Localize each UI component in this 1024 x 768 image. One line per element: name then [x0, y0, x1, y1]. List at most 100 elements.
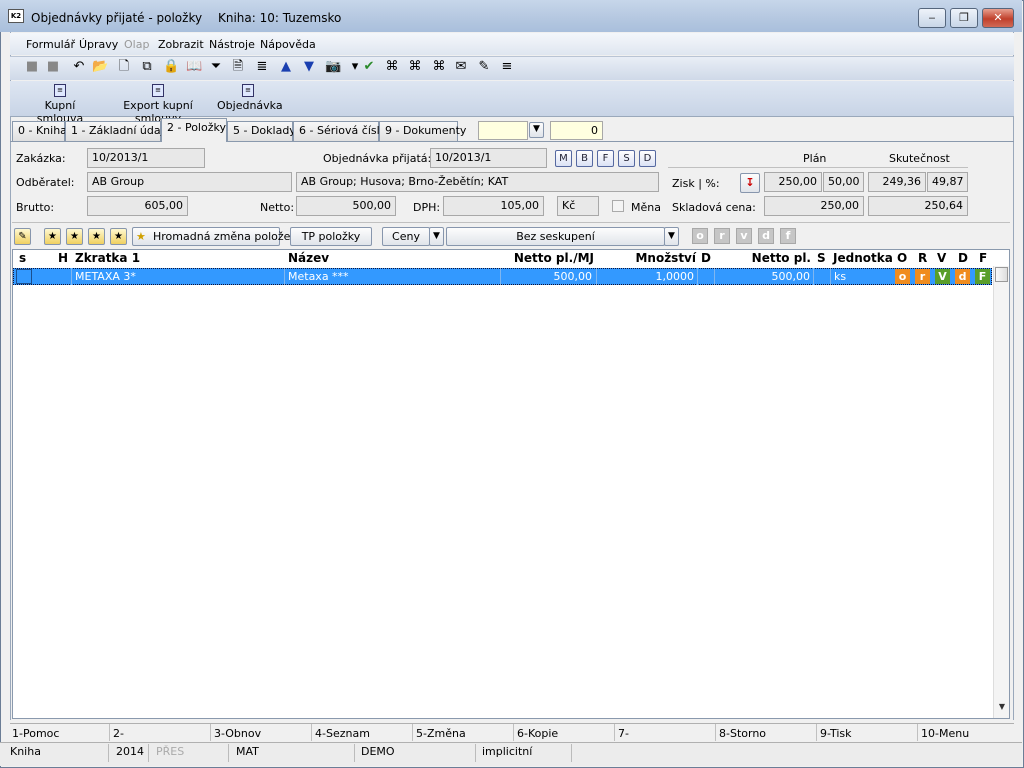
- menu-nastroje[interactable]: Nástroje: [209, 38, 255, 51]
- grouping-select[interactable]: Bez seskupení: [446, 227, 665, 246]
- col-r-header[interactable]: R: [918, 250, 927, 267]
- zakazka-label: Zakázka:: [16, 152, 66, 165]
- menu-formular[interactable]: Formulář: [26, 38, 75, 51]
- edit-pencil-icon[interactable]: ✎: [14, 228, 31, 245]
- ceny-button[interactable]: Ceny: [382, 227, 430, 246]
- arrow-up-icon[interactable]: ▲: [278, 59, 294, 75]
- filter-input[interactable]: [478, 121, 528, 140]
- objednavka-button[interactable]: ≡ Objednávka: [217, 84, 283, 112]
- tab-polozky[interactable]: 2 - Položky: [161, 118, 227, 142]
- menu-zobrazit[interactable]: Zobrazit: [158, 38, 204, 51]
- tab-doklady[interactable]: 5 - Doklady: [227, 121, 296, 141]
- m-button[interactable]: M: [555, 150, 572, 167]
- sklad-label: Skladová cena:: [672, 201, 756, 214]
- col-f-header[interactable]: F: [979, 250, 987, 267]
- odberatel-field[interactable]: AB Group: [87, 172, 292, 192]
- f-button[interactable]: F: [597, 150, 614, 167]
- open-folder-icon[interactable]: 📂: [92, 59, 108, 75]
- col-d-header[interactable]: D: [701, 250, 711, 267]
- book-icon[interactable]: 📖: [186, 59, 202, 75]
- grouping-dropdown-button[interactable]: ▼: [664, 227, 679, 246]
- tab-kniha[interactable]: 0 - Kniha: [12, 121, 67, 141]
- arrow-down-red-icon[interactable]: ↧: [740, 173, 760, 193]
- col-jednotka-header[interactable]: Jednotka: [833, 250, 893, 267]
- check-icon[interactable]: ✔: [361, 59, 377, 75]
- objednavka-field[interactable]: 10/2013/1: [430, 148, 547, 168]
- col-h-header[interactable]: H: [58, 250, 68, 267]
- fkey-7[interactable]: 7-: [618, 727, 629, 740]
- arrow-down-icon[interactable]: ▼: [301, 59, 317, 75]
- binoculars-icon[interactable]: ⌘: [384, 59, 400, 75]
- tp-polozky-button[interactable]: TP položky: [290, 227, 372, 246]
- fkey-9[interactable]: 9-Tisk: [820, 727, 852, 740]
- star-add-icon[interactable]: ★: [66, 228, 83, 245]
- document-icon: ≡: [242, 84, 254, 97]
- save-as-icon[interactable]: ■: [45, 59, 61, 75]
- col-netto-header[interactable]: Netto pl.: [716, 250, 811, 267]
- col-o-header[interactable]: O: [897, 250, 907, 267]
- col-v-header[interactable]: V: [937, 250, 946, 267]
- mena-checkbox[interactable]: [612, 200, 624, 212]
- star-icon[interactable]: ★: [44, 228, 61, 245]
- lock-icon[interactable]: 🔒: [163, 59, 179, 75]
- copy-icon[interactable]: ⧉: [139, 59, 155, 75]
- ceny-dropdown-button[interactable]: ▼: [429, 227, 444, 246]
- s-button[interactable]: S: [618, 150, 635, 167]
- col-zkratka-header[interactable]: Zkratka 1: [75, 250, 140, 267]
- fkey-10[interactable]: 10-Menu: [921, 727, 969, 740]
- status-mat: MAT: [236, 745, 259, 758]
- menu-upravy[interactable]: Úpravy: [79, 38, 118, 51]
- filter-document-icon[interactable]: 🗎: [230, 59, 246, 75]
- scroll-down-arrow-icon[interactable]: ▼: [996, 702, 1008, 714]
- star-edit-icon[interactable]: ★: [110, 228, 127, 245]
- tab-seriova-cisla[interactable]: 6 - Sériová čísla: [293, 121, 386, 141]
- letter-r-icon[interactable]: r: [714, 228, 730, 244]
- star-remove-icon[interactable]: ★: [88, 228, 105, 245]
- col-netto-mj-header[interactable]: Netto pl./MJ: [504, 250, 594, 267]
- tab-dokumenty[interactable]: 9 - Dokumenty: [379, 121, 466, 141]
- fkey-1[interactable]: 1-Pomoc: [12, 727, 59, 740]
- col-s2-header[interactable]: S: [817, 250, 826, 267]
- fkey-5[interactable]: 5-Změna: [416, 727, 466, 740]
- binoculars-next-icon[interactable]: ⌘: [407, 59, 423, 75]
- close-button[interactable]: ✕: [982, 8, 1014, 28]
- menu-icon[interactable]: ≡: [499, 59, 515, 75]
- vertical-scrollbar[interactable]: ▼: [993, 266, 1009, 718]
- letter-o-icon[interactable]: o: [692, 228, 708, 244]
- row-select-box[interactable]: [16, 269, 32, 284]
- b-button[interactable]: B: [576, 150, 593, 167]
- envelope-icon[interactable]: ✉: [453, 59, 469, 75]
- menu-napoveda[interactable]: Nápověda: [260, 38, 316, 51]
- tab-zakladni-udaje[interactable]: 1 - Základní údaje: [65, 121, 170, 141]
- fkey-6[interactable]: 6-Kopie: [517, 727, 558, 740]
- kupni-smlouva-button[interactable]: ≡ Kupní smlouva: [24, 84, 96, 125]
- fkey-2[interactable]: 2-: [113, 727, 124, 740]
- letter-v-icon[interactable]: v: [736, 228, 752, 244]
- zakazka-field[interactable]: 10/2013/1: [87, 148, 205, 168]
- fkey-4[interactable]: 4-Seznam: [315, 727, 370, 740]
- fkey-8[interactable]: 8-Storno: [719, 727, 766, 740]
- save-icon[interactable]: ■: [24, 59, 40, 75]
- letter-f-icon[interactable]: f: [780, 228, 796, 244]
- maximize-button[interactable]: ❐: [950, 8, 978, 28]
- undo-icon[interactable]: ↶: [71, 59, 87, 75]
- fkey-3[interactable]: 3-Obnov: [214, 727, 261, 740]
- col-separator: [714, 268, 715, 285]
- stack-icon[interactable]: ≣: [254, 59, 270, 75]
- letter-d-icon[interactable]: d: [758, 228, 774, 244]
- mass-change-button[interactable]: ★ Hromadná změna položek: [132, 227, 297, 246]
- binoculars-prev-icon[interactable]: ⌘: [431, 59, 447, 75]
- col-nazev-header[interactable]: Název: [288, 250, 329, 267]
- scroll-thumb[interactable]: [995, 267, 1008, 282]
- col-s-header[interactable]: s: [19, 250, 26, 267]
- col-d2-header[interactable]: D: [958, 250, 968, 267]
- minimize-button[interactable]: ‒: [918, 8, 946, 28]
- menu-olap[interactable]: Olap: [124, 38, 149, 51]
- new-document-icon[interactable]: 🗋: [116, 59, 132, 75]
- filter-icon[interactable]: ⏷: [208, 59, 224, 75]
- notes-icon[interactable]: ✎: [476, 59, 492, 75]
- filter-dropdown-button[interactable]: ▼: [529, 122, 544, 138]
- camera-icon[interactable]: 📷: [325, 59, 341, 75]
- d-button[interactable]: D: [639, 150, 656, 167]
- col-mnozstvi-header[interactable]: Množství: [598, 250, 696, 267]
